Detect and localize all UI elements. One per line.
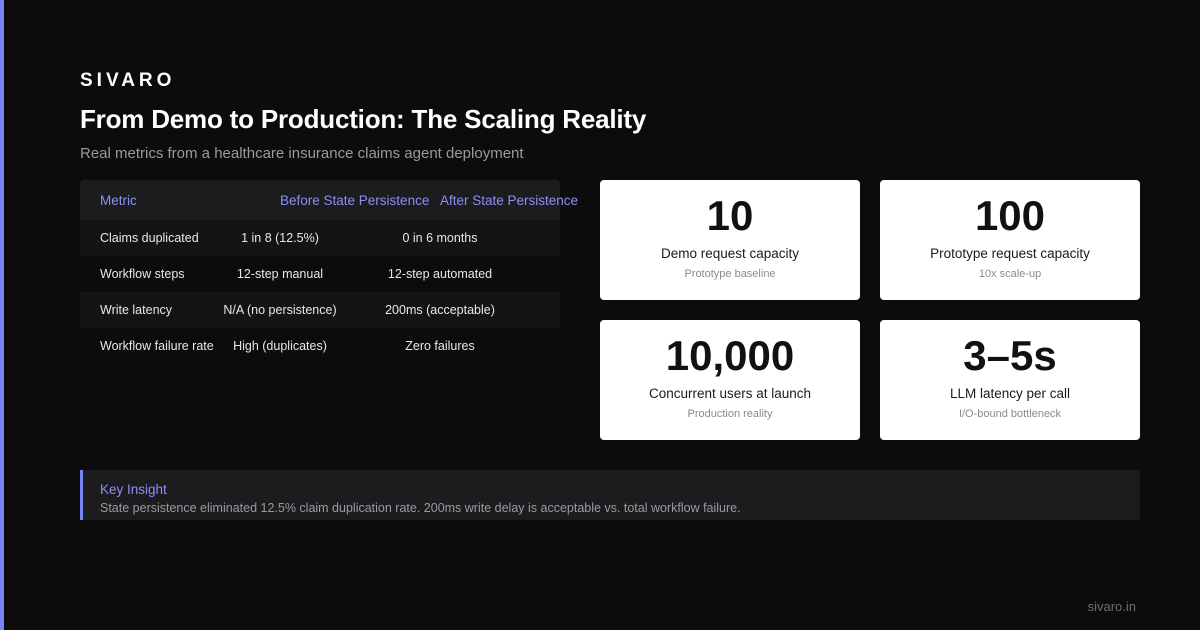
stat-sublabel: Production reality — [687, 408, 773, 420]
table-row: Claims duplicated 1 in 8 (12.5%) 0 in 6 … — [80, 220, 560, 256]
stat-value: 100 — [974, 192, 1046, 239]
cell-metric: Write latency — [100, 303, 173, 317]
stat-card-llm-latency: 3–5s LLM latency per call I/O-bound bott… — [880, 320, 1140, 440]
cell-after: Zero failures — [405, 339, 475, 353]
cell-after: 200ms (acceptable) — [385, 303, 495, 317]
stat-sublabel: Prototype baseline — [684, 268, 776, 280]
stat-label: Demo request capacity — [660, 246, 800, 261]
stat-label: LLM latency per call — [949, 386, 1071, 401]
footer-url: sivaro.in — [1087, 599, 1136, 614]
stat-sublabel: I/O-bound bottleneck — [958, 408, 1062, 420]
column-header-before: Before State Persistence — [280, 193, 430, 208]
page-subtitle: Real metrics from a healthcare insurance… — [80, 145, 524, 162]
table-row: Workflow failure rate High (duplicates) … — [80, 328, 560, 364]
cell-before: N/A (no persistence) — [223, 303, 337, 317]
stat-card-concurrent-users: 10,000 Concurrent users at launch Produc… — [600, 320, 860, 440]
page-title: From Demo to Production: The Scaling Rea… — [80, 104, 647, 134]
stat-value: 10,000 — [665, 332, 795, 379]
column-header-metric: Metric — [100, 193, 137, 208]
cell-metric: Claims duplicated — [100, 231, 199, 245]
column-header-after: After State Persistence — [440, 193, 579, 208]
insight-title: Key Insight — [100, 482, 167, 497]
stat-label: Concurrent users at launch — [648, 386, 812, 401]
cell-before: 1 in 8 (12.5%) — [241, 231, 319, 245]
left-accent-bar — [0, 0, 4, 630]
stat-value: 3–5s — [963, 332, 1057, 379]
stat-card-prototype-capacity: 100 Prototype request capacity 10x scale… — [880, 180, 1140, 300]
insight-accent-bar — [80, 470, 83, 520]
key-insight-callout: Key Insight State persistence eliminated… — [80, 470, 1140, 520]
stat-card-demo-capacity: 10 Demo request capacity Prototype basel… — [600, 180, 860, 300]
stat-label: Prototype request capacity — [930, 246, 1090, 261]
insight-text: State persistence eliminated 12.5% claim… — [100, 501, 741, 515]
metrics-table: Metric Before State Persistence After St… — [80, 180, 578, 364]
cell-before: High (duplicates) — [233, 339, 327, 353]
cell-metric: Workflow failure rate — [100, 339, 214, 353]
cell-metric: Workflow steps — [100, 267, 185, 281]
table-row: Write latency N/A (no persistence) 200ms… — [80, 292, 560, 328]
cell-before: 12-step manual — [236, 267, 324, 281]
cell-after: 12-step automated — [387, 267, 493, 281]
table-header: Metric Before State Persistence After St… — [80, 180, 578, 220]
table-row: Workflow steps 12-step manual 12-step au… — [80, 256, 560, 292]
stat-value: 10 — [706, 192, 754, 239]
stat-sublabel: 10x scale-up — [978, 268, 1042, 280]
brand-logo: SIVARO — [80, 70, 176, 91]
cell-after: 0 in 6 months — [402, 231, 478, 245]
